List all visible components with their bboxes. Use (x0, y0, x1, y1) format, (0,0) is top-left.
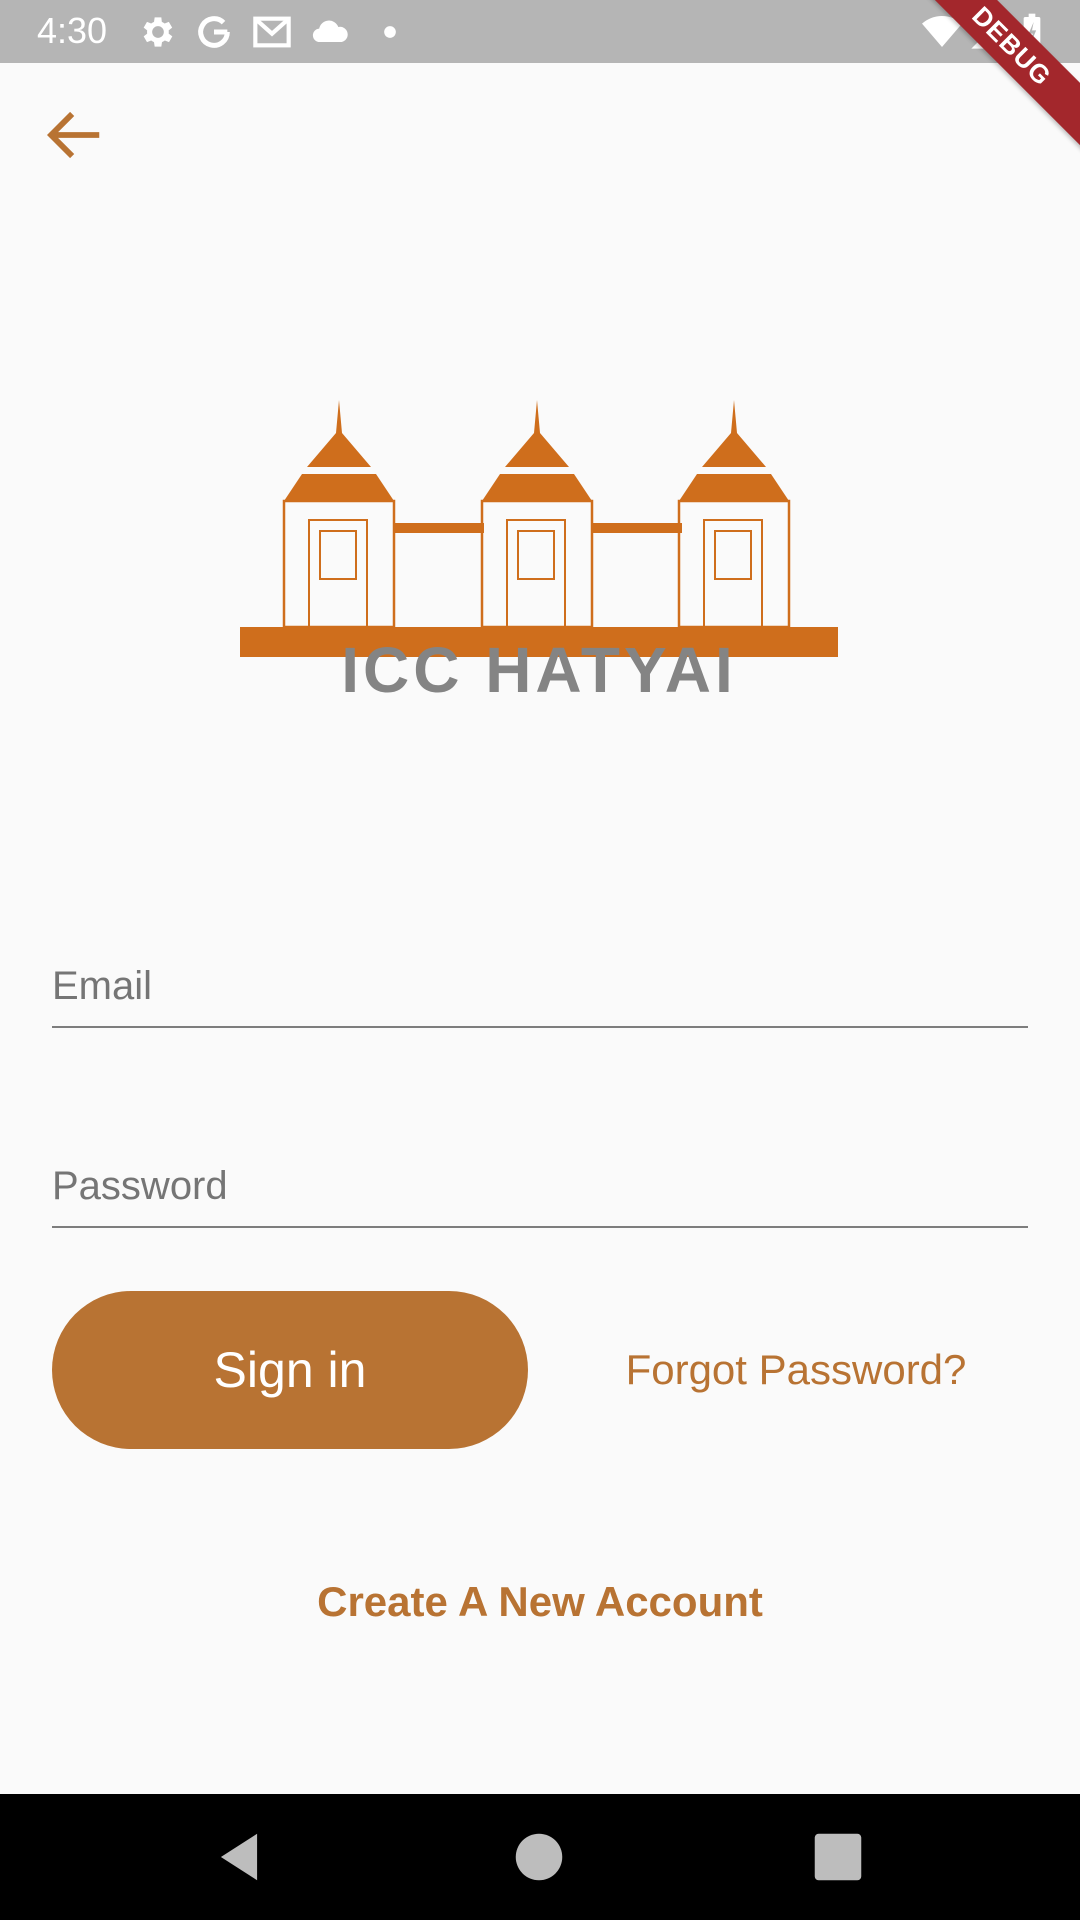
logo-text: ICC HATYAI (341, 634, 737, 706)
navigation-bar (0, 1794, 1080, 1920)
google-icon (194, 12, 234, 52)
nav-recents-icon (814, 1833, 862, 1881)
settings-icon (138, 12, 178, 52)
nav-home-icon (515, 1833, 563, 1881)
gmail-icon (252, 12, 292, 52)
back-button[interactable] (38, 100, 108, 170)
nav-recents-button[interactable] (807, 1826, 869, 1888)
nav-home-button[interactable] (508, 1826, 570, 1888)
nav-back-icon (220, 1833, 258, 1881)
status-bar: 4:30 (0, 0, 1080, 63)
password-field[interactable] (52, 1130, 1028, 1228)
arrow-back-icon (47, 111, 100, 159)
status-time: 4:30 (37, 10, 108, 51)
nav-back-button[interactable] (208, 1826, 270, 1888)
password-input[interactable] (52, 1156, 1028, 1216)
forgot-password-link[interactable]: Forgot Password? (598, 1345, 994, 1395)
dot-icon (370, 12, 410, 52)
create-account-link[interactable]: Create A New Account (0, 1572, 1080, 1632)
email-input[interactable] (52, 956, 1028, 1016)
app-logo: ICC HATYAI (236, 345, 842, 715)
sign-in-button[interactable]: Sign in (52, 1291, 528, 1449)
login-screen: 4:30 DEBUG ICC HATYAI Email Sign in Forg… (0, 0, 1080, 1920)
email-field[interactable] (52, 930, 1028, 1028)
cloud-icon (310, 12, 350, 52)
